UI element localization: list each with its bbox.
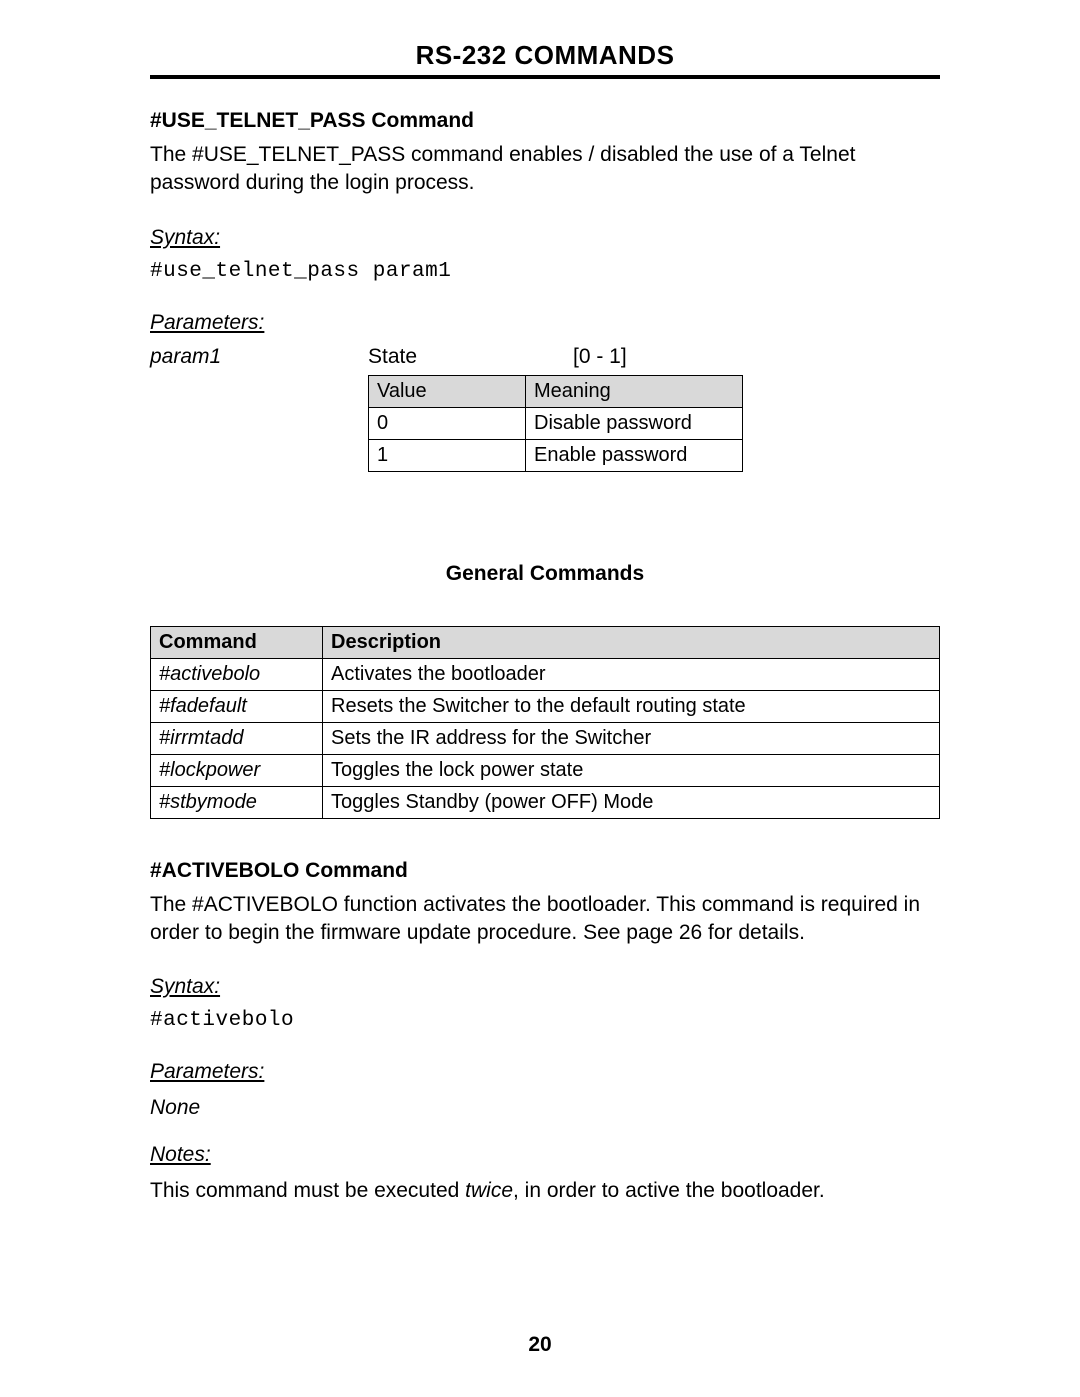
description-cell: Resets the Switcher to the default routi…: [323, 690, 940, 722]
table-header-row: Value Meaning: [369, 375, 743, 407]
value-cell: 0: [369, 407, 526, 439]
cmd1-param-name: param1: [150, 345, 368, 369]
cmd1-syntax-code: #use_telnet_pass param1: [150, 260, 940, 283]
cmd2-description: The #ACTIVEBOLO function activates the b…: [150, 891, 940, 948]
page-title: RS-232 COMMANDS: [150, 40, 940, 71]
value-header: Value: [369, 375, 526, 407]
command-cell: #stbymode: [151, 786, 323, 818]
command-cell: #activebolo: [151, 658, 323, 690]
notes-pre: This command must be executed: [150, 1179, 465, 1202]
description-cell: Toggles the lock power state: [323, 754, 940, 786]
notes-post: , in order to active the bootloader.: [513, 1179, 825, 1202]
title-rule: [150, 75, 940, 79]
table-row: #stbymode Toggles Standby (power OFF) Mo…: [151, 786, 940, 818]
command-cell: #irrmtadd: [151, 722, 323, 754]
general-commands-table: Command Description #activebolo Activate…: [150, 626, 940, 819]
cmd1-syntax-label: Syntax:: [150, 226, 940, 250]
cmd2-syntax-label: Syntax:: [150, 975, 940, 999]
description-header: Description: [323, 626, 940, 658]
meaning-cell: Disable password: [526, 407, 743, 439]
cmd1-param-range: [0 - 1]: [573, 345, 627, 369]
table-header-row: Command Description: [151, 626, 940, 658]
description-cell: Toggles Standby (power OFF) Mode: [323, 786, 940, 818]
cmd1-param-row: param1 State [0 - 1]: [150, 345, 940, 369]
table-row: #fadefault Resets the Switcher to the de…: [151, 690, 940, 722]
notes-em: twice: [465, 1179, 513, 1202]
meaning-cell: Enable password: [526, 439, 743, 471]
description-cell: Sets the IR address for the Switcher: [323, 722, 940, 754]
table-row: #irrmtadd Sets the IR address for the Sw…: [151, 722, 940, 754]
cmd2-parameters-value: None: [150, 1094, 940, 1122]
cmd1-value-table-wrap: Value Meaning 0 Disable password 1 Enabl…: [368, 375, 940, 472]
table-row: 1 Enable password: [369, 439, 743, 471]
cmd2-syntax-code: #activebolo: [150, 1009, 940, 1032]
table-row: #activebolo Activates the bootloader: [151, 658, 940, 690]
value-cell: 1: [369, 439, 526, 471]
cmd1-heading: #USE_TELNET_PASS Command: [150, 109, 940, 133]
table-row: #lockpower Toggles the lock power state: [151, 754, 940, 786]
command-header: Command: [151, 626, 323, 658]
description-cell: Activates the bootloader: [323, 658, 940, 690]
command-cell: #fadefault: [151, 690, 323, 722]
cmd2-parameters-label: Parameters:: [150, 1060, 940, 1084]
cmd1-param-type: State: [368, 345, 573, 369]
cmd1-parameters-label: Parameters:: [150, 311, 940, 335]
cmd1-value-table: Value Meaning 0 Disable password 1 Enabl…: [368, 375, 743, 472]
meaning-header: Meaning: [526, 375, 743, 407]
cmd2-notes-text: This command must be executed twice, in …: [150, 1177, 940, 1205]
cmd2-heading: #ACTIVEBOLO Command: [150, 859, 940, 883]
general-commands-heading: General Commands: [150, 562, 940, 586]
page-number: 20: [0, 1333, 1080, 1357]
table-row: 0 Disable password: [369, 407, 743, 439]
cmd1-description: The #USE_TELNET_PASS command enables / d…: [150, 141, 940, 198]
document-page: RS-232 COMMANDS #USE_TELNET_PASS Command…: [0, 0, 1080, 1397]
cmd2-notes-label: Notes:: [150, 1143, 940, 1167]
command-cell: #lockpower: [151, 754, 323, 786]
